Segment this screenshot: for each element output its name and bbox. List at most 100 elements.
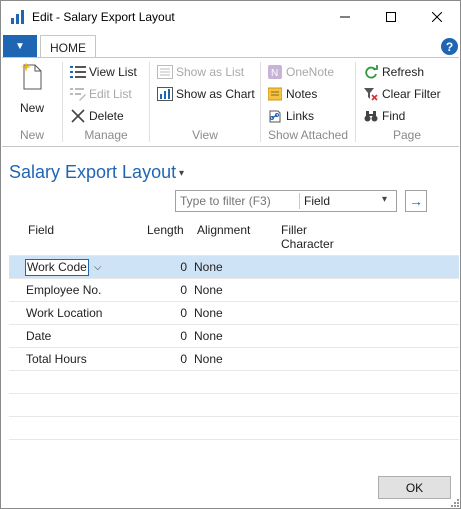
page-title[interactable]: Salary Export Layout (9, 162, 176, 183)
delete-label: Delete (89, 109, 124, 123)
resize-grip-icon[interactable] (451, 499, 460, 508)
show-as-list-button[interactable]: Show as List (157, 62, 244, 82)
field-cell[interactable]: Employee No. (26, 283, 101, 297)
binoculars-icon (363, 108, 379, 124)
field-cell[interactable]: Work Location (26, 306, 102, 320)
ribbon-group-new: New New (2, 58, 62, 146)
table-row[interactable]: Employee No. 0 None (9, 278, 459, 301)
onenote-button[interactable]: N OneNote (267, 62, 334, 82)
field-cell[interactable]: Date (26, 329, 51, 343)
show-as-list-label: Show as List (176, 65, 245, 79)
notes-icon (267, 86, 283, 102)
field-cell-value[interactable]: Work Code (25, 258, 89, 276)
layout-grid: Work Code ⌵ 0 None Employee No. 0 None W… (9, 255, 459, 462)
alignment-cell[interactable]: None (194, 260, 223, 274)
maximize-button[interactable] (368, 1, 414, 33)
alignment-cell[interactable]: None (194, 283, 223, 297)
notes-button[interactable]: Notes (267, 84, 317, 104)
refresh-icon (363, 64, 379, 80)
column-header-length[interactable]: Length (147, 223, 184, 237)
minimize-button[interactable] (322, 1, 368, 33)
edit-list-button[interactable]: Edit List (70, 84, 132, 104)
show-as-chart-button[interactable]: Show as Chart (157, 84, 255, 104)
group-label-show-attached: Show Attached (267, 128, 349, 142)
svg-text:N: N (271, 68, 278, 79)
title-bar[interactable]: Edit - Salary Export Layout (1, 1, 460, 33)
field-cell[interactable]: Total Hours (26, 352, 87, 366)
field-dropdown[interactable]: Work Code ⌵ (25, 258, 101, 276)
arrow-right-icon: → (409, 193, 423, 209)
new-button[interactable]: New (6, 62, 58, 115)
length-cell[interactable]: 0 (145, 260, 187, 274)
alignment-cell[interactable]: None (194, 306, 223, 320)
chevron-down-icon[interactable]: ⌵ (94, 262, 102, 273)
page-title-chevron-icon[interactable]: ▾ (179, 168, 184, 179)
delete-icon (70, 108, 86, 124)
filter-box: Field ▾ (175, 190, 397, 212)
ribbon-group-view: Show as List Show as Chart View (150, 58, 260, 146)
alignment-cell[interactable]: None (194, 329, 223, 343)
ribbon-tab-row: ▼ HOME ? (1, 34, 460, 59)
length-cell[interactable]: 0 (145, 352, 187, 366)
table-row[interactable]: Work Code ⌵ 0 None (9, 255, 459, 278)
close-button[interactable] (414, 1, 460, 33)
new-button-label: New (19, 101, 44, 115)
link-icon (267, 108, 283, 124)
edit-list-label: Edit List (89, 87, 132, 101)
group-label-view: View (192, 128, 218, 142)
filter-field-select[interactable]: Field (304, 194, 330, 208)
table-row[interactable]: Total Hours 0 None (9, 347, 459, 370)
view-list-button[interactable]: View List (70, 62, 137, 82)
links-label: Links (286, 109, 315, 123)
filter-apply-button[interactable]: → (405, 190, 427, 212)
app-icon (10, 9, 26, 25)
new-document-icon (21, 62, 42, 90)
column-header-filler-character[interactable]: Filler Character (281, 223, 334, 251)
group-label-page: Page (392, 128, 422, 142)
notes-label: Notes (286, 87, 318, 101)
refresh-button[interactable]: Refresh (363, 62, 424, 82)
links-button[interactable]: Links (267, 106, 314, 126)
view-list-icon (70, 64, 86, 80)
app-menu-button[interactable]: ▼ (3, 35, 37, 57)
close-icon (432, 12, 442, 22)
empty-row[interactable] (9, 393, 459, 416)
length-cell[interactable]: 0 (145, 329, 187, 343)
help-icon[interactable]: ? (441, 38, 458, 55)
filter-field-chevron-icon[interactable]: ▾ (382, 194, 387, 205)
empty-row[interactable] (9, 416, 459, 439)
clear-filter-icon (363, 86, 379, 102)
delete-button[interactable]: Delete (70, 106, 124, 126)
length-cell[interactable]: 0 (145, 306, 187, 320)
alignment-cell[interactable]: None (194, 352, 223, 366)
empty-row[interactable] (9, 370, 459, 393)
ok-button[interactable]: OK (378, 476, 451, 499)
column-header-filler-line1: Filler (281, 223, 307, 237)
tab-home[interactable]: HOME (40, 35, 96, 59)
minimize-icon (340, 16, 350, 18)
filter-divider (299, 193, 300, 209)
show-as-chart-label: Show as Chart (176, 87, 255, 101)
table-row[interactable]: Work Location 0 None (9, 301, 459, 324)
edit-list-icon (70, 86, 86, 102)
find-button[interactable]: Find (363, 106, 405, 126)
ribbon-group-show-attached: N OneNote Notes Links Show Attached (261, 58, 355, 146)
clear-filter-label: Clear Filter (382, 87, 441, 101)
onenote-icon: N (267, 64, 283, 80)
empty-row[interactable] (9, 439, 459, 462)
clear-filter-button[interactable]: Clear Filter (363, 84, 441, 104)
table-row[interactable]: Date 0 None (9, 324, 459, 347)
column-header-alignment[interactable]: Alignment (197, 223, 250, 237)
filter-input[interactable] (180, 194, 296, 208)
ribbon-group-page: Refresh Clear Filter Find Page (356, 58, 458, 146)
ribbon: New New View List Edit List Delete Manag… (2, 57, 459, 147)
length-cell[interactable]: 0 (145, 283, 187, 297)
maximize-icon (386, 12, 396, 22)
column-header-field[interactable]: Field (28, 223, 54, 237)
column-header-filler-line2: Character (281, 237, 334, 251)
chart-icon (157, 86, 173, 102)
group-label-manage: Manage (84, 128, 128, 142)
view-list-label: View List (89, 65, 137, 79)
chevron-down-icon: ▼ (15, 40, 25, 52)
find-label: Find (382, 109, 406, 123)
